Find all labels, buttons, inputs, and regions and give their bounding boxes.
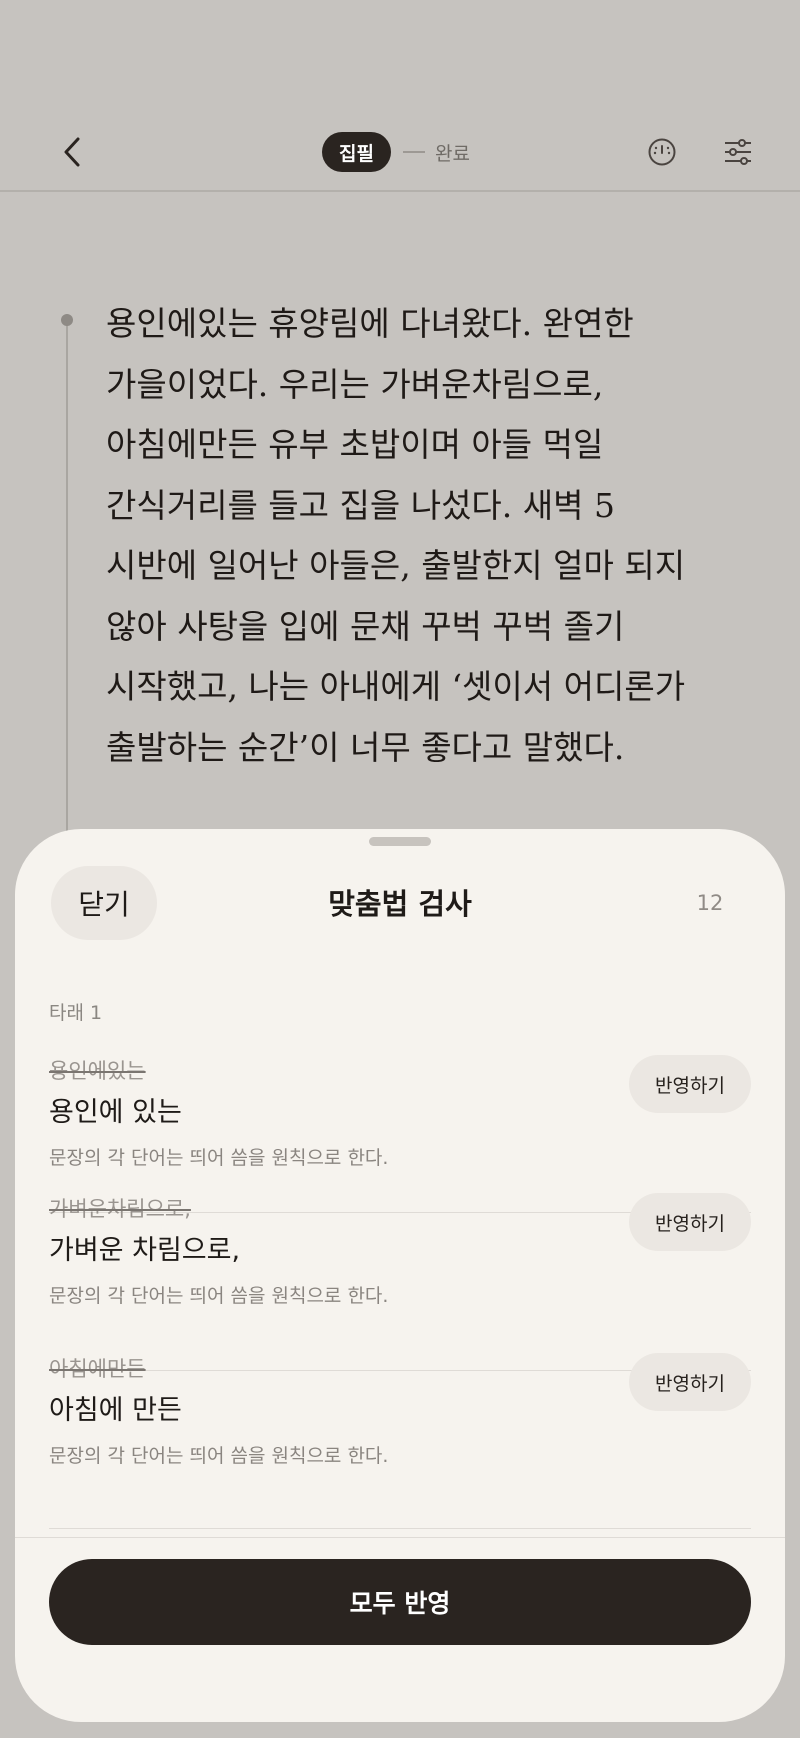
suggestion-list: 용인에있는 용인에 있는 문장의 각 단어는 띄어 씀을 원칙으로 한다. 반영… — [49, 1055, 751, 1529]
paragraph-line: 시작했고, 나는 아내에게 ‘셋이서 어디론가 — [106, 667, 686, 706]
settings-button[interactable] — [719, 133, 757, 171]
progress-steps: 집필 완료 — [322, 132, 470, 172]
apply-button[interactable]: 반영하기 — [629, 1055, 751, 1113]
sheet-grabber[interactable] — [369, 837, 431, 846]
timeline-dot — [61, 314, 73, 326]
rule-note: 문장의 각 단어는 띄어 씀을 원칙으로 한다. — [49, 1147, 389, 1169]
top-bar: 집필 완료 — [0, 0, 800, 192]
step-complete[interactable]: 완료 — [435, 139, 470, 166]
corrected-text: 아침에 만든 — [49, 1395, 182, 1426]
gauge-icon — [648, 138, 676, 166]
rule-note: 문장의 각 단어는 띄어 씀을 원칙으로 한다. — [49, 1445, 389, 1467]
paragraph-line: 않아 사탕을 입에 문채 꾸벅 꾸벅 졸기 — [106, 606, 625, 646]
paragraph-line: 시반에 일어난 아들은, 출발한지 얼마 되지 — [106, 546, 686, 585]
section-label: 타래 1 — [49, 1002, 103, 1024]
apply-all-button[interactable]: 모두 반영 — [49, 1559, 751, 1645]
apply-button[interactable]: 반영하기 — [629, 1193, 751, 1251]
paragraph-line: 가을이었다. 우리는 가벼운차림으로, — [106, 364, 604, 404]
suggestion-item: 가벼운차림으로, 가벼운 차림으로, 문장의 각 단어는 띄어 씀을 원칙으로 … — [49, 1193, 751, 1371]
step-divider — [402, 151, 425, 153]
chevron-left-icon — [64, 137, 80, 167]
spellcheck-sheet: 닫기 맞춤법 검사 12 타래 1 용인에있는 용인에 있는 문장의 각 단어는… — [15, 829, 785, 1722]
paragraph-line: 아침에만든 유부 초밥이며 아들 먹일 — [106, 425, 604, 464]
back-button[interactable] — [52, 130, 92, 174]
gauge-button[interactable] — [643, 133, 681, 171]
paragraph-line: 출발하는 순간’이 너무 좋다고 말했다. — [106, 727, 625, 767]
sliders-icon — [725, 139, 751, 165]
step-writing[interactable]: 집필 — [322, 132, 391, 172]
corrected-text: 용인에 있는 — [49, 1097, 182, 1128]
corrected-text: 가벼운 차림으로, — [49, 1235, 241, 1266]
paragraph-line: 간식거리를 들고 집을 나섰다. 새벽 5 — [106, 485, 615, 525]
paragraph-text[interactable]: 용인에있는 휴양림에 다녀왔다. 완연한 가을이었다. 우리는 가벼운차림으로,… — [106, 294, 746, 778]
paragraph-line: 용인에있는 휴양림에 다녀왔다. 완연한 — [106, 304, 634, 343]
rule-note: 문장의 각 단어는 띄어 씀을 원칙으로 한다. — [49, 1285, 389, 1307]
original-text: 가벼운차림으로, — [49, 1197, 191, 1221]
apply-button[interactable]: 반영하기 — [629, 1353, 751, 1411]
sheet-title: 맞춤법 검사 — [328, 887, 472, 921]
suggestion-item: 아침에만든 아침에 만든 문장의 각 단어는 띄어 씀을 원칙으로 한다. 반영… — [49, 1353, 751, 1529]
suggestion-item: 용인에있는 용인에 있는 문장의 각 단어는 띄어 씀을 원칙으로 한다. 반영… — [49, 1055, 751, 1213]
footer-divider — [15, 1537, 785, 1538]
original-text: 아침에만든 — [49, 1357, 146, 1381]
original-text: 용인에있는 — [49, 1059, 146, 1083]
issue-count: 12 — [696, 891, 724, 915]
